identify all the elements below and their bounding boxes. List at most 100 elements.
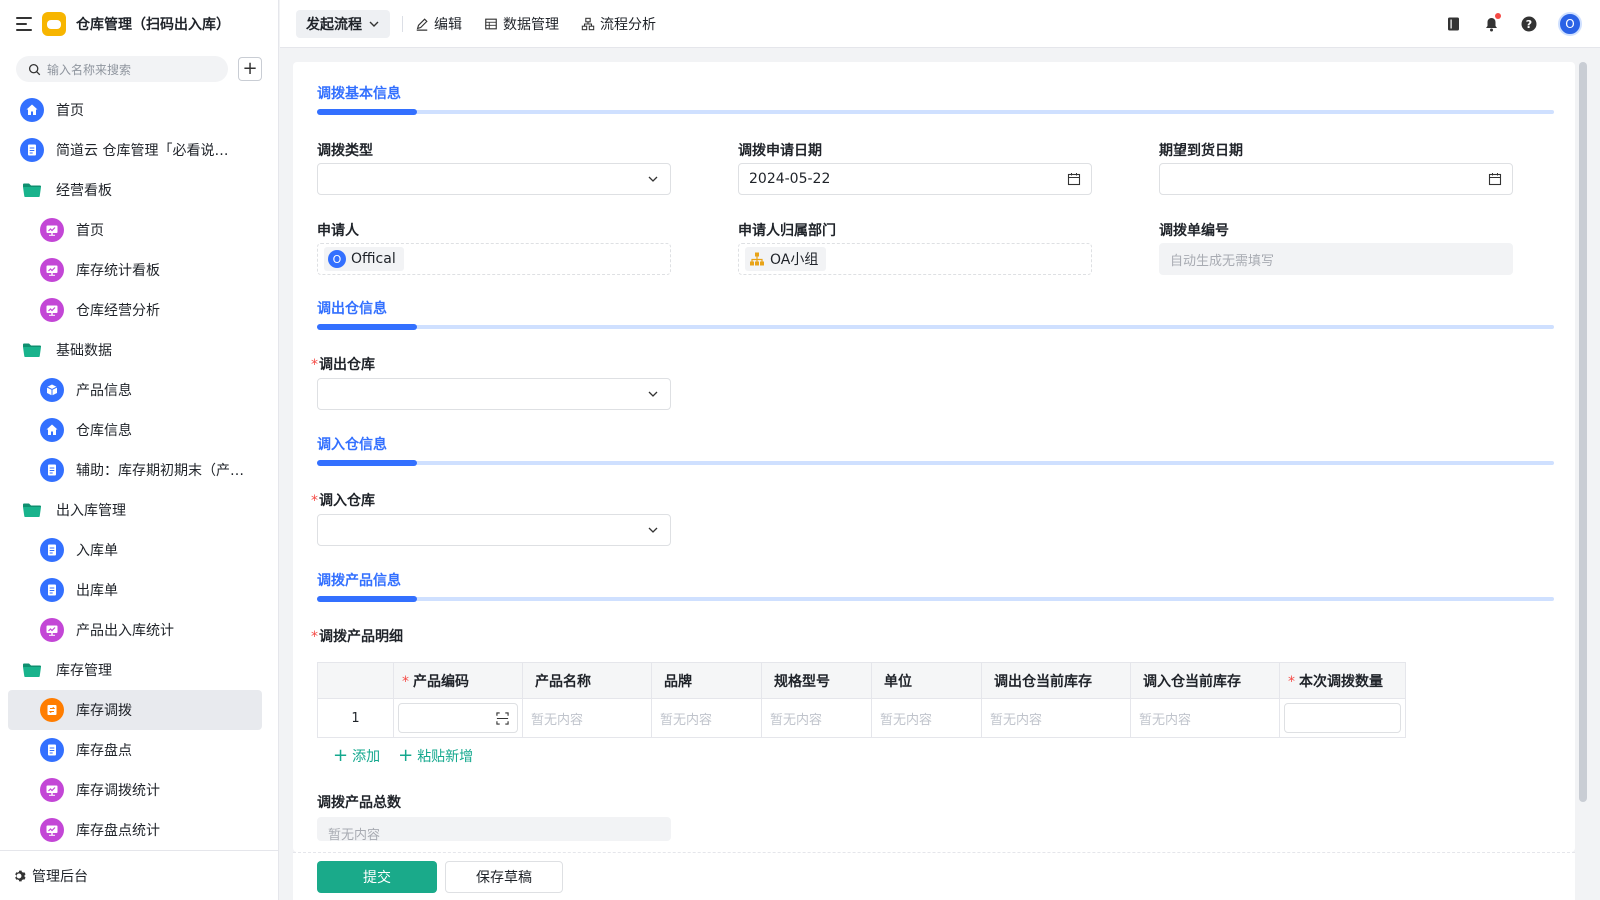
table-cell: 暂无内容 [871, 698, 982, 738]
sidebar-folder[interactable]: 经营看板 [0, 170, 278, 210]
sidebar-item[interactable]: 库存盘点统计 [0, 810, 278, 850]
folder-icon [20, 178, 44, 202]
menu-toggle-icon[interactable] [16, 17, 32, 31]
sidebar-search-input[interactable]: 输入名称来搜索 [16, 56, 228, 82]
column-header-label: 单位 [884, 673, 912, 690]
sidebar-item-label: 基础数据 [56, 343, 112, 359]
required-mark: * [1288, 673, 1295, 690]
sidebar-item[interactable]: 库存调拨统计 [0, 770, 278, 810]
sidebar-item[interactable]: 辅助：库存期初期末（产… [0, 450, 278, 490]
sidebar: 仓库管理（扫码出入库） 输入名称来搜索 + 首页 简道云 仓库管理「必看说明」 经营… [0, 0, 279, 900]
in-warehouse-label-text: 调入仓库 [319, 493, 375, 509]
order-no-placeholder: 自动生成无需填写 [1170, 253, 1275, 269]
total-label: 调拨产品总数 [317, 795, 401, 811]
app-logo-icon [42, 12, 66, 36]
column-header: 产品名称 [522, 662, 652, 699]
sidebar-item[interactable]: 仓库经营分析 [0, 290, 278, 330]
sidebar-folder[interactable]: 库存管理 [0, 650, 278, 690]
add-row-label: 添加 [352, 749, 381, 765]
user-avatar[interactable]: O [1558, 12, 1582, 36]
expected-date-field[interactable] [1159, 163, 1513, 195]
edit-button[interactable]: 编辑 [415, 14, 462, 34]
sidebar-item[interactable]: 库存盘点 [0, 730, 278, 770]
transfer-type-select[interactable] [317, 163, 671, 195]
folder-icon [20, 658, 44, 682]
table-cell [393, 698, 523, 738]
dashboard-icon [40, 818, 64, 842]
out-warehouse-select[interactable] [317, 378, 671, 410]
sidebar-item[interactable]: 库存统计看板 [0, 250, 278, 290]
table-cell: 暂无内容 [1130, 698, 1280, 738]
required-mark: * [311, 629, 318, 645]
paste-add-button[interactable]: + 粘贴新增 [398, 746, 473, 766]
sidebar-item[interactable]: 仓库信息 [0, 410, 278, 450]
column-header-label: 产品编码 [413, 673, 469, 690]
submit-button[interactable]: 提交 [317, 860, 437, 893]
column-header-label: 调出仓当前库存 [994, 673, 1092, 690]
book-icon[interactable] [1444, 15, 1462, 33]
sidebar-item[interactable]: 入库单 [0, 530, 278, 570]
start-flow-dropdown[interactable]: 发起流程 [296, 9, 390, 38]
column-header: 调出仓当前库存 [981, 662, 1131, 699]
sidebar-item[interactable]: 首页 [0, 210, 278, 250]
admin-link[interactable]: 管理后台 [0, 850, 279, 900]
sidebar-item[interactable]: 产品出入库统计 [0, 610, 278, 650]
sidebar-folder[interactable]: 基础数据 [0, 330, 278, 370]
document-icon [40, 738, 64, 762]
sidebar-folder[interactable]: 出入库管理 [0, 490, 278, 530]
sidebar-item-label: 入库单 [76, 543, 118, 559]
help-icon[interactable]: ? [1520, 15, 1538, 33]
admin-label: 管理后台 [32, 868, 88, 885]
dashboard-icon [40, 298, 64, 322]
section-out-divider [317, 324, 1554, 330]
sidebar-item[interactable]: 首页 [0, 90, 278, 130]
department-field[interactable]: OA小组 [738, 243, 1092, 275]
order-no-field: 自动生成无需填写 [1159, 243, 1513, 275]
table-cell: 暂无内容 [651, 698, 762, 738]
sidebar-item-label: 库存统计看板 [76, 263, 160, 279]
required-mark: * [402, 673, 409, 690]
detail-label-text: 调拨产品明细 [319, 629, 403, 645]
save-draft-button[interactable]: 保存草稿 [445, 860, 563, 893]
add-row-button[interactable]: + 添加 [333, 746, 380, 766]
folder-icon [20, 498, 44, 522]
home-icon [20, 98, 44, 122]
org-chart-icon [750, 252, 764, 266]
product-code-input[interactable] [398, 703, 518, 733]
in-warehouse-select[interactable] [317, 514, 671, 546]
flow-analysis-label: 流程分析 [600, 16, 656, 33]
document-icon [20, 138, 44, 162]
box-icon [40, 378, 64, 402]
sidebar-item[interactable]: 库存调拨 [0, 690, 278, 730]
sidebar-item-label: 首页 [76, 223, 104, 239]
sidebar-item-label: 简道云 仓库管理「必看说明」 [56, 143, 231, 159]
chevron-down-icon [369, 21, 379, 27]
add-page-button[interactable]: + [238, 57, 262, 81]
bell-icon[interactable] [1482, 13, 1501, 33]
sidebar-item-label: 库存盘点统计 [76, 823, 160, 839]
sidebar-item-label: 产品出入库统计 [76, 623, 174, 639]
flow-analysis-button[interactable]: 流程分析 [581, 14, 656, 34]
column-header-label: 规格型号 [774, 673, 830, 690]
toolbar-divider [402, 15, 403, 32]
section-out-title: 调出仓信息 [317, 301, 387, 317]
dashboard-icon [40, 778, 64, 802]
transfer-type-label: 调拨类型 [317, 143, 373, 159]
section-basic-divider [317, 109, 1554, 115]
applicant-field[interactable]: O Offical [317, 243, 671, 275]
scan-icon[interactable] [496, 712, 509, 725]
apply-date-field[interactable]: 2024-05-22 [738, 163, 1092, 195]
scrollbar-thumb[interactable] [1579, 62, 1587, 802]
table-body: 1 暂无内容 暂无内容 暂无内容 暂无内容 暂无内容 暂无内容 [317, 698, 1406, 738]
document-icon [40, 458, 64, 482]
chevron-down-icon [648, 391, 658, 397]
transfer-qty-input[interactable] [1284, 703, 1401, 733]
sidebar-item-label: 产品信息 [76, 383, 132, 399]
sidebar-item[interactable]: 简道云 仓库管理「必看说明」 [0, 130, 278, 170]
sidebar-item[interactable]: 产品信息 [0, 370, 278, 410]
home-icon [40, 418, 64, 442]
plus-icon: + [398, 745, 414, 766]
sidebar-item-label: 库存管理 [56, 663, 112, 679]
sidebar-item[interactable]: 出库单 [0, 570, 278, 610]
data-manage-button[interactable]: 数据管理 [484, 14, 559, 34]
